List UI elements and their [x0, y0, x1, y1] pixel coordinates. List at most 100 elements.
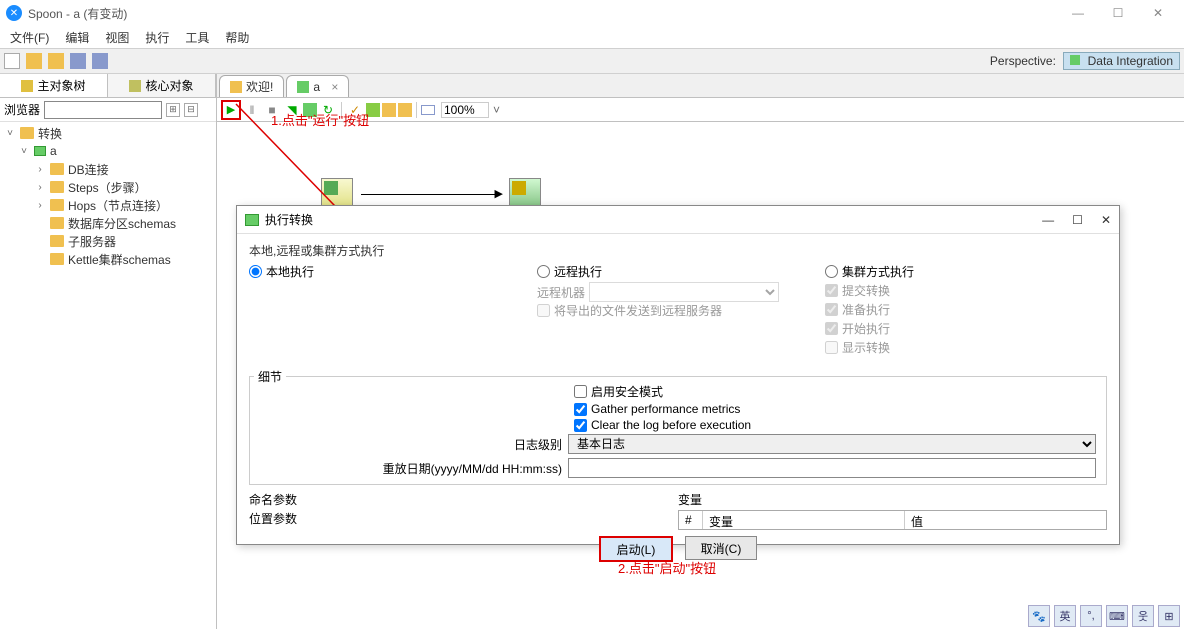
tree-icon	[21, 80, 33, 92]
exec-mode-row: 本地执行 远程执行 远程机器 将导出的文件发送到远程服务器 集群方式执行 提交转…	[249, 263, 1107, 356]
tree-partitions[interactable]: 数据库分区schemas	[0, 214, 216, 232]
annotation-1: 1.点击"运行"按钮	[271, 110, 369, 129]
tab-a[interactable]: a ×	[286, 75, 349, 97]
perspective-selector[interactable]: Data Integration	[1063, 52, 1180, 70]
tab-core-objects[interactable]: 核心对象	[108, 74, 216, 97]
tab-close-icon[interactable]: ×	[331, 80, 338, 94]
cluster-start: 开始执行	[825, 320, 1107, 337]
ime-button[interactable]: 英	[1054, 605, 1076, 627]
table-icon	[512, 181, 526, 195]
open-icon[interactable]	[26, 53, 42, 69]
folder-icon	[50, 217, 64, 229]
loglevel-select[interactable]: 基本日志	[568, 434, 1096, 454]
sidebar-search: 浏览器 ⊞ ⊟	[0, 98, 216, 122]
launch-button[interactable]: 启动(L)	[599, 536, 673, 562]
app-logo-icon	[6, 5, 22, 21]
explore-db-button[interactable]	[398, 103, 412, 117]
transformation-icon	[297, 81, 309, 93]
tree-steps[interactable]: ›Steps（步骤）	[0, 178, 216, 196]
folder-icon	[50, 199, 64, 211]
col-val: 值	[905, 511, 1106, 529]
folder-icon	[50, 253, 64, 265]
sidebar: 主对象树 核心对象 浏览器 ⊞ ⊟ ˅转换 ˅a ›DB连接 ›Steps（步骤…	[0, 74, 217, 629]
sql-button[interactable]	[382, 103, 396, 117]
show-results-button[interactable]	[421, 105, 435, 115]
keyboard-icon[interactable]: ⌨	[1106, 605, 1128, 627]
saveas-icon[interactable]	[92, 53, 108, 69]
integration-icon	[1070, 55, 1080, 65]
remote-machine-row: 远程机器	[537, 282, 825, 302]
transformation-icon	[245, 214, 259, 226]
search-input[interactable]	[44, 101, 162, 119]
clearlog-check[interactable]: Clear the log before execution	[574, 418, 1096, 432]
remote-machine-select	[589, 282, 779, 302]
folder-icon	[50, 163, 64, 175]
minimize-button[interactable]: —	[1058, 1, 1098, 25]
dialog-maximize-button[interactable]: ☐	[1072, 213, 1083, 227]
run-button[interactable]	[221, 100, 241, 120]
named-params-col: 命名参数 位置参数	[249, 491, 678, 530]
dialog-minimize-button[interactable]: —	[1042, 213, 1054, 227]
expand-all-icon[interactable]: ⊞	[166, 103, 180, 117]
cluster-prep: 准备执行	[825, 301, 1107, 318]
save-icon[interactable]	[70, 53, 86, 69]
loglevel-row: 日志级别 基本日志	[260, 434, 1096, 454]
close-button[interactable]: ✕	[1138, 1, 1178, 25]
paw-icon[interactable]: 🐾	[1028, 605, 1050, 627]
zoom-value[interactable]	[441, 102, 489, 118]
detail-group: 细节 启用安全模式 Gather performance metrics Cle…	[249, 376, 1107, 485]
cancel-button[interactable]: 取消(C)	[685, 536, 757, 560]
menu-edit[interactable]: 编辑	[59, 27, 95, 48]
run-dialog: 执行转换 — ☐ ✕ 本地,远程或集群方式执行 本地执行 远程执行 远程机器 将…	[236, 205, 1120, 545]
zoom-control[interactable]: ˅	[441, 102, 504, 118]
window-title: Spoon - a (有变动)	[28, 5, 127, 22]
replay-input[interactable]	[568, 458, 1096, 478]
hop-arrow[interactable]	[361, 194, 501, 195]
radio-cluster[interactable]: 集群方式执行	[825, 263, 1107, 280]
exec-mode-label: 本地,远程或集群方式执行	[249, 242, 1107, 259]
safe-mode-check[interactable]: 启用安全模式	[574, 383, 1096, 400]
tree-root-trans[interactable]: ˅转换	[0, 124, 216, 142]
radio-local[interactable]: 本地执行	[249, 263, 537, 280]
titlebar: Spoon - a (有变动) — ☐ ✕	[0, 0, 1184, 26]
grid-icon[interactable]: ⊞	[1158, 605, 1180, 627]
menu-run[interactable]: 执行	[139, 27, 175, 48]
separator	[416, 102, 417, 118]
core-icon	[129, 80, 141, 92]
dialog-close-button[interactable]: ✕	[1101, 213, 1111, 227]
tree-slaves[interactable]: 子服务器	[0, 232, 216, 250]
person-icon[interactable]: 웃	[1132, 605, 1154, 627]
window-controls: — ☐ ✕	[1058, 1, 1178, 25]
new-icon[interactable]	[4, 53, 20, 69]
editor-tabs: 欢迎! a ×	[217, 74, 1184, 98]
dialog-titlebar: 执行转换 — ☐ ✕	[237, 206, 1119, 234]
object-tree: ˅转换 ˅a ›DB连接 ›Steps（步骤） ›Hops（节点连接） 数据库分…	[0, 122, 216, 270]
cluster-post: 提交转换	[825, 282, 1107, 299]
menu-help[interactable]: 帮助	[219, 27, 255, 48]
tree-clusters[interactable]: Kettle集群schemas	[0, 250, 216, 268]
radio-remote[interactable]: 远程执行	[537, 263, 825, 280]
remote-send-check: 将导出的文件发送到远程服务器	[537, 302, 825, 319]
collapse-all-icon[interactable]: ⊟	[184, 103, 198, 117]
menu-tools[interactable]: 工具	[179, 27, 215, 48]
tree-dbconn[interactable]: ›DB连接	[0, 160, 216, 178]
col-num: #	[679, 511, 703, 529]
ime-punct-icon[interactable]: °,	[1080, 605, 1102, 627]
pause-button[interactable]: ‖	[243, 101, 261, 119]
menu-view[interactable]: 视图	[99, 27, 135, 48]
tab-welcome[interactable]: 欢迎!	[219, 75, 284, 97]
maximize-button[interactable]: ☐	[1098, 1, 1138, 25]
tree-trans-a[interactable]: ˅a	[0, 142, 216, 160]
welcome-icon	[230, 81, 242, 93]
tab-main-tree[interactable]: 主对象树	[0, 74, 108, 97]
menu-file[interactable]: 文件(F)	[4, 27, 55, 48]
main-toolbar: Perspective: Data Integration	[0, 48, 1184, 74]
tree-hops[interactable]: ›Hops（节点连接）	[0, 196, 216, 214]
dialog-title-text: 执行转换	[265, 211, 313, 228]
explore-icon[interactable]	[48, 53, 64, 69]
gather-check[interactable]: Gather performance metrics	[574, 402, 1096, 416]
perspective-area: Perspective: Data Integration	[990, 54, 1180, 68]
dialog-buttons: 启动(L) 取消(C)	[249, 536, 1107, 562]
vars-table[interactable]: # 变量 值	[678, 510, 1107, 530]
col-var: 变量	[703, 511, 905, 529]
